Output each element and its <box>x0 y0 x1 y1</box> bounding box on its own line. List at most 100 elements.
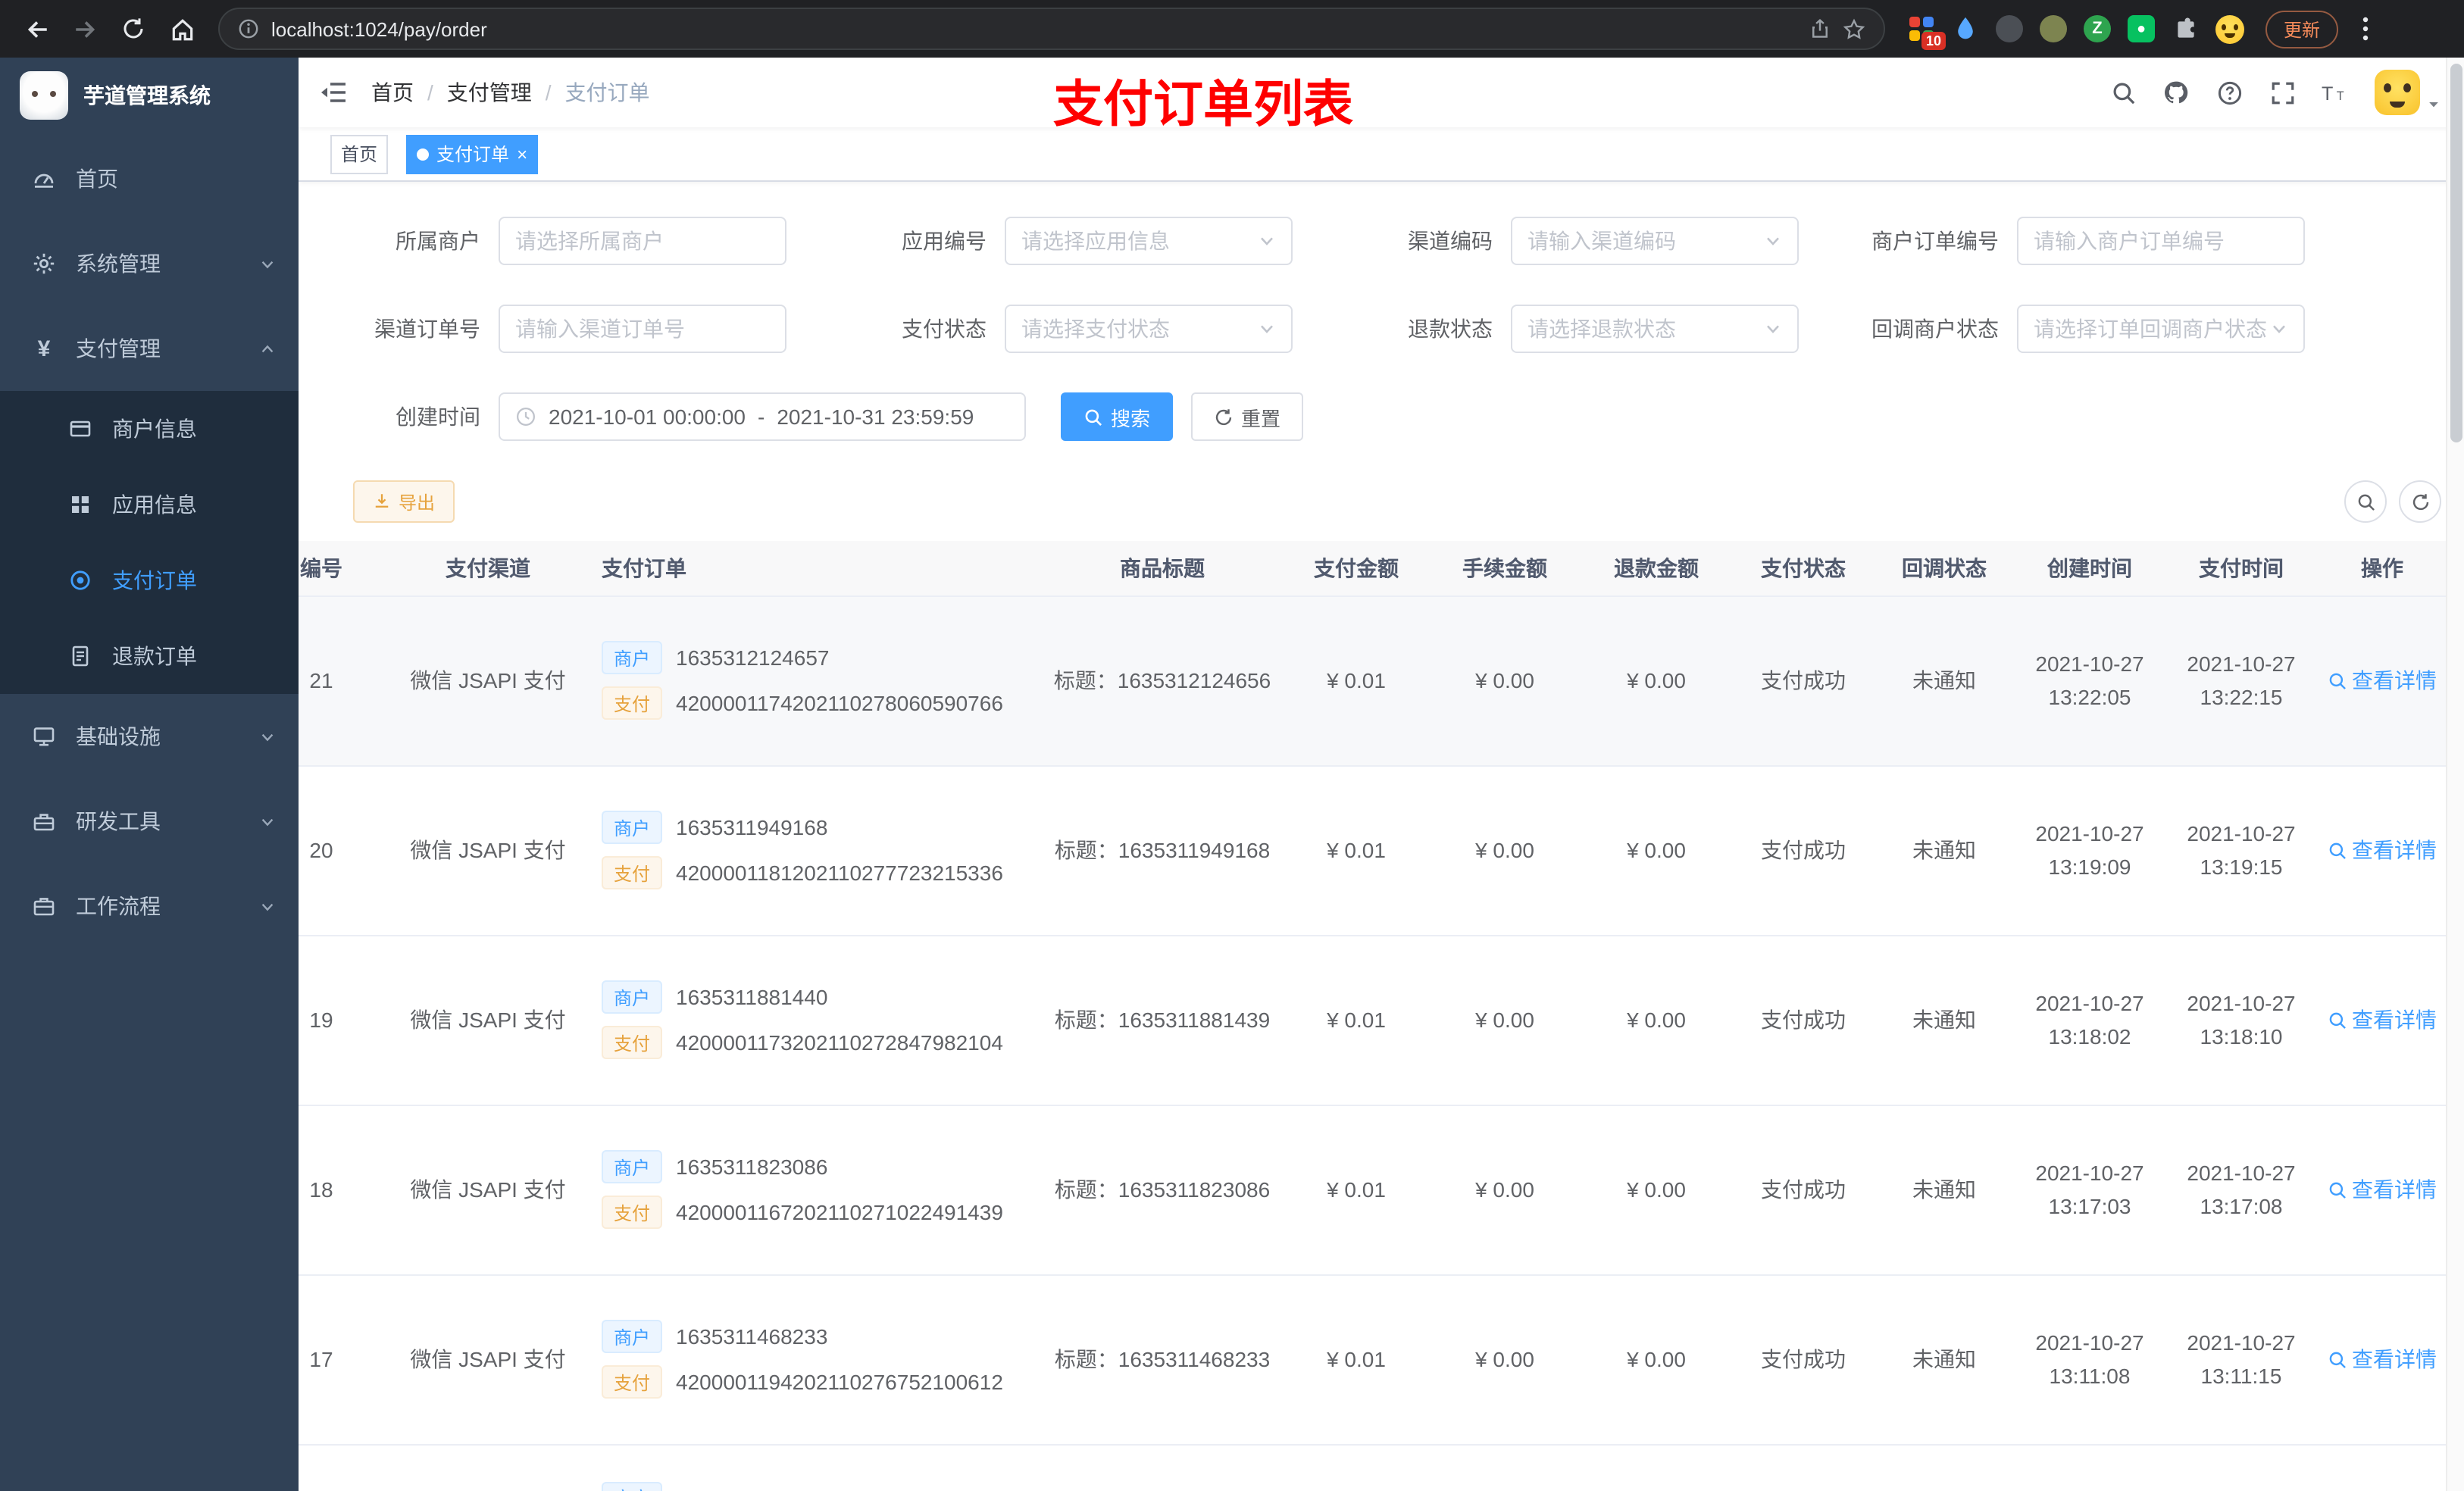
channel-order-no-input[interactable] <box>499 305 786 353</box>
sidebar-item-pay-order[interactable]: 支付订单 <box>0 542 299 618</box>
sidebar-item-dev-tools[interactable]: 研发工具 <box>0 779 299 864</box>
sidebar-item-app-info[interactable]: 应用信息 <box>0 467 299 542</box>
chevron-down-icon <box>2270 320 2288 338</box>
sidebar-item-label: 商户信息 <box>112 417 197 441</box>
github-icon[interactable] <box>2162 79 2190 106</box>
browser-forward-button[interactable] <box>64 8 106 50</box>
breadcrumb-separator: / <box>427 80 433 105</box>
merchant-order-no-input[interactable] <box>2017 217 2305 265</box>
extensions-puzzle-icon[interactable] <box>2170 14 2200 44</box>
download-icon <box>375 494 389 508</box>
merchant-input[interactable] <box>499 217 786 265</box>
fullscreen-icon[interactable] <box>2269 79 2296 106</box>
sidebar-item-merchant-info[interactable]: 商户信息 <box>0 391 299 467</box>
sidebar-item-system[interactable]: 系统管理 <box>0 221 299 306</box>
bookmark-star-icon[interactable] <box>1843 17 1865 40</box>
merchant-tag: 商户 <box>602 641 663 674</box>
url-bar[interactable]: localhost:1024/pay/order <box>218 8 1885 50</box>
date-start[interactable]: 2021-10-01 00:00:00 <box>549 405 746 429</box>
col-order: 支付订单 <box>586 541 1041 596</box>
export-button[interactable]: 导出 <box>353 480 455 523</box>
sidebar-menu: 首页 系统管理 ¥ 支付管理 商户信息 应用信息 支付订单 退款订单 基础设施 … <box>0 136 299 949</box>
pay-order-no: 4200001194202110276752100612 <box>676 1370 1003 1394</box>
table-row: 18 微信 JSAPI 支付 商户 1635311823086 支付 4200001… <box>299 1105 2447 1275</box>
refresh-icon <box>124 18 143 39</box>
filter-row-1: 所属商户 应用编号 请选择应用信息 渠道编码 请输入渠道编码 <box>299 217 2464 265</box>
sidebar-item-home[interactable]: 首页 <box>0 136 299 221</box>
browser-menu-button[interactable] <box>2350 17 2381 41</box>
pay-tag: 支付 <box>602 1365 663 1399</box>
sidebar-item-label: 研发工具 <box>76 809 161 833</box>
chevron-down-icon <box>1764 232 1782 250</box>
refresh-table-button[interactable] <box>2399 480 2441 523</box>
view-detail-link[interactable]: 查看详情 <box>2328 1005 2437 1035</box>
merchant-order-no: 1635311468233 <box>676 1324 828 1349</box>
create-time-range-picker[interactable]: 2021-10-01 00:00:00 - 2021-10-31 23:59:5… <box>499 392 1026 441</box>
page-scrollbar[interactable] <box>2446 58 2464 1491</box>
filter-row-2: 渠道订单号 支付状态 请选择支付状态 退款状态 请选择退款状态 <box>299 305 2464 353</box>
sidebar-logo[interactable]: 芋道管理系统 <box>0 58 299 133</box>
sidebar-item-label: 应用信息 <box>112 492 197 517</box>
refund-status-select[interactable]: 请选择退款状态 <box>1511 305 1799 353</box>
view-detail-link[interactable]: 查看详情 <box>2328 665 2437 695</box>
tab-pay-order[interactable]: 支付订单 × <box>406 134 539 173</box>
extension-green-circle-icon[interactable]: Z <box>2082 14 2112 44</box>
sidebar-item-refund-order[interactable]: 退款订单 <box>0 618 299 694</box>
extension-circle-icon-2[interactable] <box>2038 14 2068 44</box>
help-icon[interactable] <box>2215 79 2243 106</box>
view-detail-link[interactable]: 查看详情 <box>2328 835 2437 865</box>
extension-chat-icon[interactable]: ● <box>2126 14 2156 44</box>
sidebar-item-workflow[interactable]: 工作流程 <box>0 864 299 949</box>
col-actions: 操作 <box>2317 541 2447 596</box>
user-menu[interactable] <box>2375 70 2441 115</box>
filter-pay-status: 支付状态 请选择支付状态 <box>805 305 1293 353</box>
col-create-time: 创建时间 <box>2014 541 2165 596</box>
pay-tag: 支付 <box>602 1026 663 1059</box>
date-separator: - <box>758 405 765 429</box>
share-icon[interactable] <box>1809 18 1831 39</box>
pay-status-select[interactable]: 请选择支付状态 <box>1005 305 1293 353</box>
reset-button[interactable]: 重置 <box>1191 392 1304 441</box>
toggle-search-button[interactable] <box>2344 480 2387 523</box>
sidebar-fold-button[interactable] <box>320 80 347 105</box>
breadcrumb-home[interactable]: 首页 <box>371 77 414 108</box>
table-toolbar: 导出 <box>299 480 2464 523</box>
filter-channel-code: 渠道编码 请输入渠道编码 <box>1311 217 1799 265</box>
breadcrumb-payment[interactable]: 支付管理 <box>447 77 532 108</box>
extension-circle-icon-1[interactable] <box>1994 14 2025 44</box>
chevron-down-icon <box>259 728 276 745</box>
sidebar-item-payment[interactable]: ¥ 支付管理 <box>0 306 299 391</box>
tab-home[interactable]: 首页 <box>330 134 389 173</box>
browser-refresh-button[interactable] <box>112 8 155 50</box>
app-id-select[interactable]: 请选择应用信息 <box>1005 217 1293 265</box>
dashboard-icon <box>32 167 56 191</box>
profile-avatar-icon[interactable] <box>2214 14 2244 44</box>
browser-back-button[interactable] <box>15 8 58 50</box>
scrollbar-thumb[interactable] <box>2450 64 2462 442</box>
sidebar-item-label: 系统管理 <box>76 252 161 276</box>
merchant-tag: 商户 <box>602 1481 663 1491</box>
date-end[interactable]: 2021-10-31 23:59:59 <box>777 405 974 429</box>
site-info-icon[interactable] <box>238 18 259 39</box>
header-search-icon[interactable] <box>2109 79 2137 106</box>
extension-grid-icon[interactable]: 10 <box>1906 14 1946 50</box>
col-channel: 支付渠道 <box>389 541 586 596</box>
merchant-order-no: 1635311949168 <box>676 815 828 839</box>
avatar[interactable] <box>2375 70 2420 115</box>
browser-home-button[interactable] <box>161 8 203 50</box>
merchant-order-no: 1635312124657 <box>676 645 830 670</box>
notify-status-select[interactable]: 请选择订单回调商户状态 <box>2017 305 2305 353</box>
view-detail-link[interactable]: 查看详情 <box>2328 1174 2437 1205</box>
view-detail-link[interactable]: 查看详情 <box>2328 1344 2437 1374</box>
search-button[interactable]: 搜索 <box>1061 392 1174 441</box>
sidebar-item-infra[interactable]: 基础设施 <box>0 694 299 779</box>
font-size-icon[interactable]: TT <box>2322 79 2349 106</box>
channel-code-select[interactable]: 请输入渠道编码 <box>1511 217 1799 265</box>
extension-drop-icon[interactable] <box>1950 14 1981 44</box>
col-fee-amount: 手续金额 <box>1429 541 1581 596</box>
browser-update-button[interactable]: 更新 <box>2265 10 2339 48</box>
close-icon[interactable]: × <box>517 145 527 163</box>
breadcrumb-current: 支付订单 <box>564 80 650 105</box>
url-text[interactable]: localhost:1024/pay/order <box>271 17 1797 40</box>
main-area: 首页 / 支付管理 / 支付订单 T T 首页 支付订单 × 所属商户 请选择所… <box>299 58 2464 1491</box>
